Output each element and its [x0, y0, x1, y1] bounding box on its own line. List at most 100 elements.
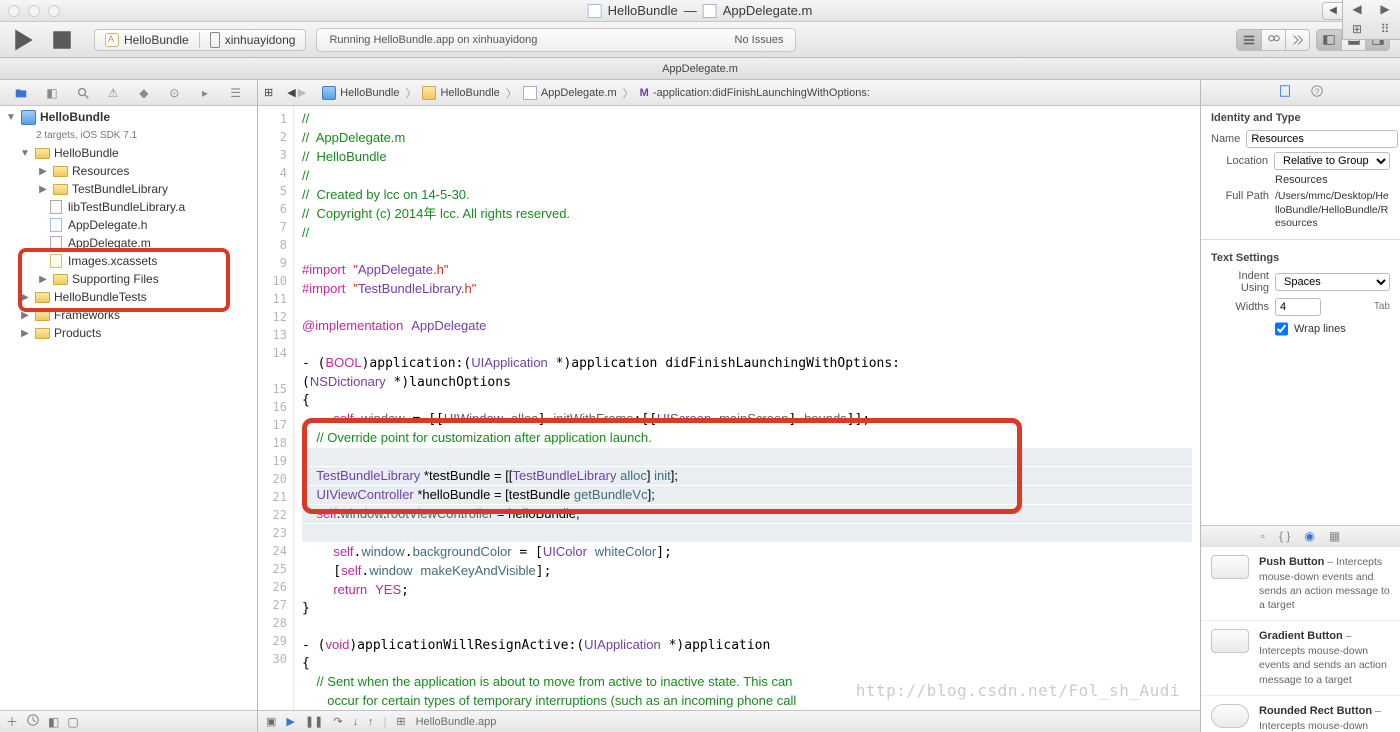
folder-icon — [53, 274, 68, 285]
debug-hierarchy-icon[interactable]: ⊞ — [396, 715, 405, 728]
scheme-selector[interactable]: HelloBundle xinhuayidong — [94, 29, 306, 51]
code-area[interactable]: // // AppDelegate.m // HelloBundle // //… — [294, 106, 1200, 710]
log-navigator-icon[interactable]: ☰ — [227, 84, 245, 102]
indent-select[interactable]: Spaces — [1275, 273, 1390, 291]
library-item[interactable]: Rounded Rect Button – Intercepts mouse-d… — [1201, 696, 1400, 732]
related-items-icon[interactable]: ⊞ — [264, 86, 273, 99]
name-field[interactable] — [1246, 130, 1398, 148]
project-node[interactable]: ▼ HelloBundle — [0, 108, 257, 126]
title-sep: — — [684, 3, 697, 18]
inspector: ? Identity and Type Name LocationRelativ… — [1200, 80, 1400, 732]
debug-bar: ▣ ▶ ❚❚ ↷ ↓ ↑ | ⊞ HelloBundle.app — [258, 710, 1200, 732]
run-button[interactable] — [10, 30, 38, 50]
minimize-window-button[interactable] — [28, 5, 40, 17]
activity-view[interactable]: Running HelloBundle.app on xinhuayidong … — [316, 28, 796, 52]
tree-row[interactable]: AppDelegate.m — [0, 234, 257, 252]
scheme-target: HelloBundle — [124, 33, 189, 47]
push-button-thumb — [1211, 555, 1249, 579]
tab-appdelegate[interactable]: AppDelegate.m — [662, 63, 738, 75]
project-icon — [322, 86, 336, 100]
debug-target[interactable]: HelloBundle.app — [416, 716, 497, 728]
toggle-debug-area-icon[interactable]: ▣ — [266, 715, 276, 728]
jumpbar[interactable]: ⊞ ◀ ▶ HelloBundle 〉 HelloBundle 〉 AppDel… — [258, 80, 1200, 106]
fullpath-label: Full Path — [1211, 190, 1269, 202]
watermark: http://blog.csdn.net/Fol_sh_Audi — [856, 681, 1180, 700]
tree-row[interactable]: ▼HelloBundle — [0, 144, 257, 162]
project-navigator-icon[interactable] — [12, 84, 30, 102]
jumpbar-project[interactable]: HelloBundle — [340, 87, 399, 99]
palette-fwd-icon[interactable]: ▶ — [1371, 0, 1399, 18]
step-out-icon[interactable]: ↑ — [368, 716, 374, 728]
filter-scm-icon[interactable]: ◧ — [48, 715, 59, 729]
palette-grid-icon[interactable]: ⊞ — [1343, 20, 1371, 38]
file-doc-icon — [703, 4, 717, 18]
library-item[interactable]: Push Button – Intercepts mouse-down even… — [1201, 547, 1400, 621]
navigator-filter-bar: ＋ ◧ ▢ — [0, 710, 257, 732]
tree-row[interactable]: ▶HelloBundleTests — [0, 288, 257, 306]
folder-icon — [35, 148, 50, 159]
header-icon — [50, 218, 62, 232]
scheme-device: xinhuayidong — [225, 33, 296, 47]
app-icon — [105, 33, 119, 47]
tree-row[interactable]: ▶Resources — [0, 162, 257, 180]
find-navigator-icon[interactable] — [74, 84, 92, 102]
section-identity: Identity and Type — [1201, 106, 1400, 128]
jumpbar-symbol[interactable]: -application:didFinishLaunchingWithOptio… — [653, 87, 870, 99]
jumpbar-back-icon[interactable]: ◀ — [287, 86, 295, 99]
rounded-button-thumb — [1211, 704, 1249, 728]
debug-navigator-icon[interactable]: ⊙ — [165, 84, 183, 102]
jumpbar-group[interactable]: HelloBundle — [440, 87, 499, 99]
add-button[interactable]: ＋ — [6, 713, 18, 730]
breakpoints-toggle-icon[interactable]: ▶ — [286, 715, 294, 728]
impl-icon — [523, 86, 537, 100]
titlebar: HelloBundle — AppDelegate.m ◀▶ ⊞ — [0, 0, 1400, 22]
widths-field[interactable] — [1275, 298, 1321, 316]
breakpoint-navigator-icon[interactable]: ▸ — [196, 84, 214, 102]
palette-dots-icon[interactable]: ⠿ — [1371, 20, 1399, 38]
pause-icon[interactable]: ❚❚ — [305, 715, 323, 728]
test-navigator-icon[interactable]: ◆ — [135, 84, 153, 102]
tree-row[interactable]: ▶Products — [0, 324, 257, 342]
assistant-editor-icon[interactable] — [1261, 30, 1285, 50]
object-library-icon[interactable]: ◉ — [1304, 529, 1314, 543]
step-over-icon[interactable]: ↷ — [333, 715, 342, 728]
xcassets-icon — [50, 254, 62, 268]
zoom-window-button[interactable] — [48, 5, 60, 17]
jumpbar-file[interactable]: AppDelegate.m — [541, 87, 617, 99]
symbol-navigator-icon[interactable]: ◧ — [43, 84, 61, 102]
tree-row[interactable]: AppDelegate.h — [0, 216, 257, 234]
location-select[interactable]: Relative to Group — [1274, 152, 1390, 170]
editor-mode-seg[interactable] — [1236, 29, 1310, 51]
file-inspector-icon[interactable] — [1278, 84, 1292, 101]
folder-icon — [35, 328, 50, 339]
wrap-lines-checkbox[interactable] — [1275, 320, 1288, 338]
tabstrip: AppDelegate.m — [0, 58, 1400, 80]
jumpbar-forward-icon[interactable]: ▶ — [298, 86, 306, 99]
file-template-icon[interactable]: ▫ — [1261, 529, 1265, 543]
filter-box-icon[interactable]: ▢ — [67, 715, 78, 729]
library-list[interactable]: Push Button – Intercepts mouse-down even… — [1201, 547, 1400, 732]
code-snippet-icon[interactable]: { } — [1279, 529, 1290, 543]
version-editor-icon[interactable] — [1285, 30, 1309, 50]
library-item[interactable]: Gradient Button – Intercepts mouse-down … — [1201, 621, 1400, 695]
quick-help-icon[interactable]: ? — [1310, 84, 1324, 101]
tree-row[interactable]: ▶Frameworks — [0, 306, 257, 324]
close-window-button[interactable] — [8, 5, 20, 17]
widths-label: Widths — [1211, 301, 1269, 313]
folder-icon — [53, 184, 68, 195]
project-subtitle: 2 targets, iOS SDK 7.1 — [0, 126, 257, 144]
tree-row[interactable]: Images.xcassets — [0, 252, 257, 270]
tree-row[interactable]: ▶TestBundleLibrary — [0, 180, 257, 198]
section-text: Text Settings — [1201, 246, 1400, 268]
stop-button[interactable] — [48, 30, 76, 50]
issue-navigator-icon[interactable]: ⚠ — [104, 84, 122, 102]
media-library-icon[interactable]: ▦ — [1329, 529, 1340, 543]
palette-back-icon[interactable]: ◀ — [1343, 0, 1371, 18]
tree-row[interactable]: libTestBundleLibrary.a — [0, 198, 257, 216]
editor-body[interactable]: 1234567891011121314151617181920212223242… — [258, 106, 1200, 710]
step-in-icon[interactable]: ↓ — [353, 716, 359, 728]
tree-row[interactable]: ▶Supporting Files — [0, 270, 257, 288]
filter-recent-icon[interactable] — [26, 713, 40, 730]
standard-editor-icon[interactable] — [1237, 30, 1261, 50]
toggle-navigator-icon[interactable] — [1317, 30, 1341, 50]
